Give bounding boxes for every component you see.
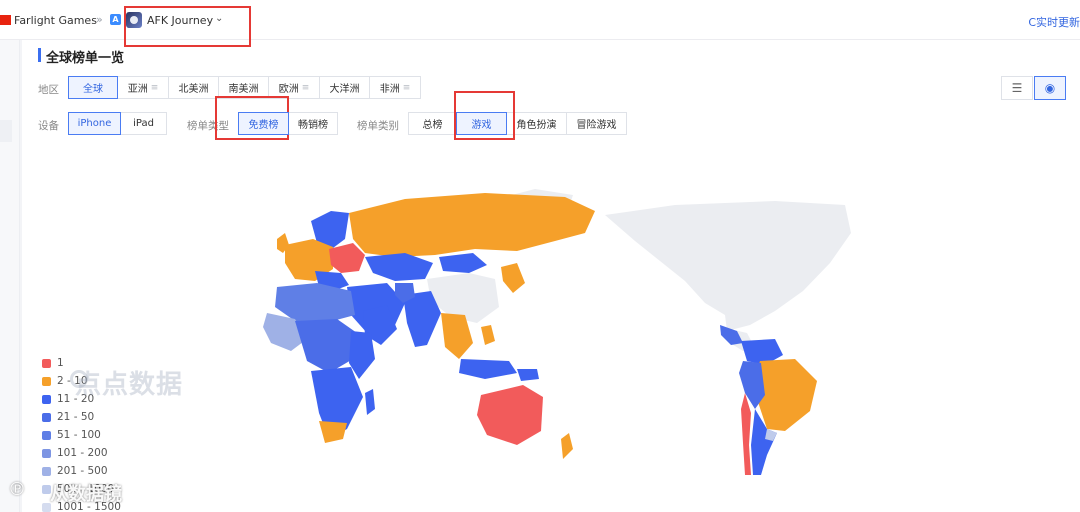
device-label: 设备 [38, 120, 59, 132]
region-south-africa [319, 421, 347, 443]
page-title: 全球榜单一览 [46, 51, 125, 66]
region-australia [477, 385, 543, 445]
device-option-iphone[interactable]: iPhone [68, 112, 121, 135]
legend-item[interactable]: 51 - 100 [42, 426, 121, 444]
region-north-america [605, 201, 851, 331]
legend-label: 201 - 500 [57, 465, 108, 477]
title-accent [38, 48, 41, 62]
watermark-secondary-logo: ℗ [8, 479, 26, 500]
region-papua [517, 369, 539, 381]
map-view-button[interactable]: ◉ [1034, 76, 1066, 100]
legend-swatch [42, 430, 51, 440]
region-option-north-america[interactable]: 北美洲 [168, 76, 219, 99]
chart-type-free[interactable]: 免费榜 [238, 112, 289, 135]
submenu-icon: ≡ [402, 82, 411, 93]
legend-label: 101 - 200 [57, 447, 108, 459]
region-option-global[interactable]: 全球 [68, 76, 118, 99]
legend-label: 1 [57, 357, 64, 369]
chart-type-grossing[interactable]: 畅销榜 [288, 112, 338, 135]
region-madagascar [365, 389, 375, 415]
region-korea-japan [501, 263, 525, 293]
region-option-oceania[interactable]: 大洋洲 [319, 76, 370, 99]
world-rank-map[interactable] [255, 183, 855, 483]
submenu-icon: ≡ [150, 82, 159, 93]
globe-icon: ◉ [1044, 81, 1056, 95]
region-north-africa [275, 283, 355, 323]
legend-item[interactable]: 21 - 50 [42, 408, 121, 426]
rail-active-marker [0, 120, 12, 142]
region-option-asia[interactable]: 亚洲 ≡ [117, 76, 169, 99]
device-option-ipad[interactable]: iPad [120, 112, 167, 135]
legend-label: 21 - 50 [57, 411, 95, 423]
category-label: 榜单类别 [357, 120, 399, 132]
region-philippines [481, 325, 495, 345]
left-rail [0, 40, 20, 512]
list-icon: ☰ [1011, 81, 1023, 95]
region-label: 地区 [38, 84, 59, 96]
category-adventure[interactable]: 冒险游戏 [566, 112, 627, 135]
region-kazakhstan [365, 253, 433, 281]
legend-label: 51 - 100 [57, 429, 101, 441]
breadcrumb-publisher[interactable]: Farlight Games [14, 14, 97, 27]
legend-swatch [42, 466, 51, 476]
legend-item[interactable]: 201 - 500 [42, 462, 121, 480]
legend-swatch [42, 358, 51, 368]
legend-item[interactable]: 101 - 200 [42, 444, 121, 462]
publisher-logo [0, 15, 11, 25]
region-eastern-europe [329, 243, 365, 273]
region-russia [349, 193, 595, 257]
list-view-button[interactable]: ☰ [1001, 76, 1033, 100]
region-indonesia [459, 359, 517, 379]
legend-swatch [42, 376, 51, 386]
category-games[interactable]: 游戏 [456, 112, 507, 135]
category-rpg[interactable]: 角色扮演 [506, 112, 567, 135]
region-chile [741, 393, 751, 475]
region-option-africa[interactable]: 非洲 ≡ [369, 76, 421, 99]
category-overall[interactable]: 总榜 [408, 112, 457, 135]
legend-swatch [42, 448, 51, 458]
annotation-box-app [124, 6, 251, 47]
breadcrumb-separator: » [96, 13, 103, 26]
legend-swatch [42, 412, 51, 422]
watermark-secondary-text: 从数据镜 [50, 484, 122, 505]
region-new-zealand [561, 433, 573, 459]
region-central-africa [295, 319, 357, 373]
region-mongolia [439, 253, 487, 273]
realtime-update-button[interactable]: C实时更新 [1028, 14, 1080, 30]
app-store-icon: A [110, 14, 121, 25]
legend-swatch [42, 394, 51, 404]
region-uruguay [765, 429, 777, 441]
submenu-icon: ≡ [301, 82, 310, 93]
watermark-text: 点点数据 [75, 370, 184, 400]
